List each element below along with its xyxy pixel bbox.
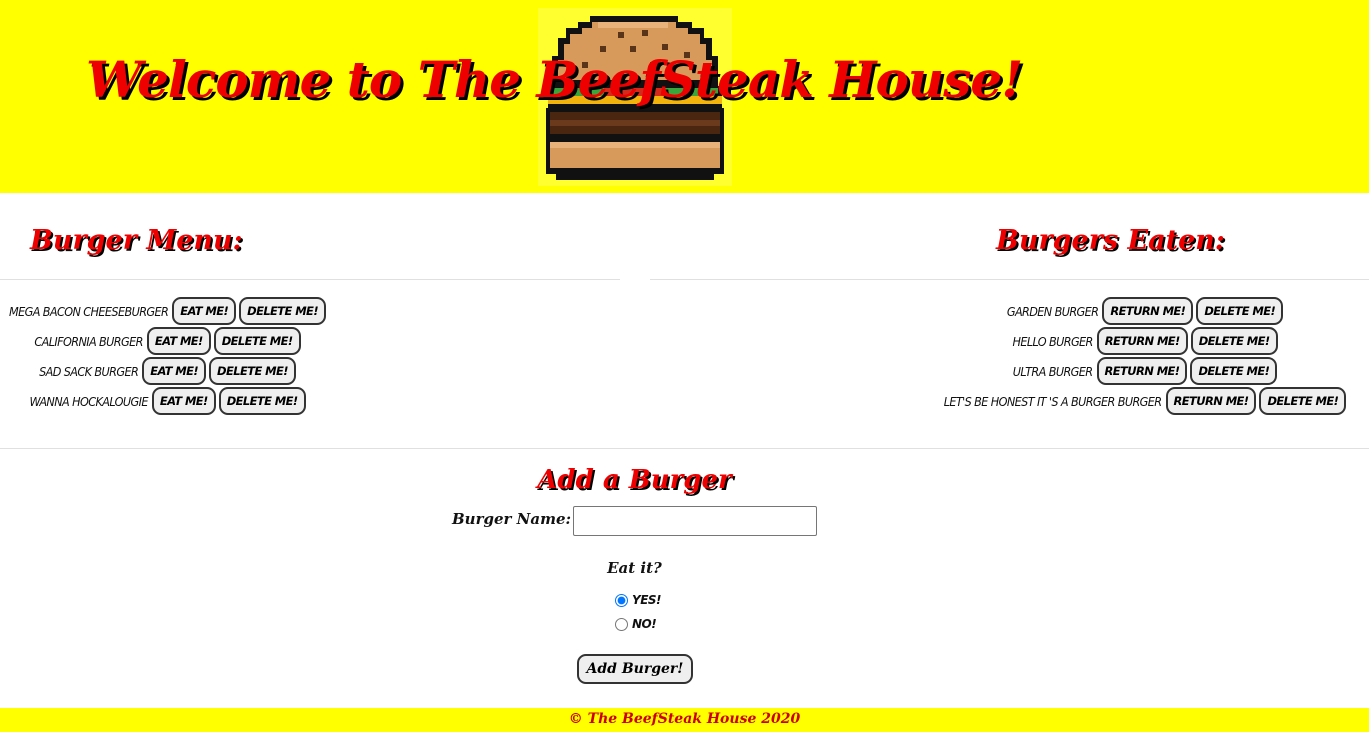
list-item: Wanna Hockalougie Eat Me! Delete Me!: [0, 386, 335, 416]
burger-menu-heading: Burger Menu:: [30, 225, 243, 256]
site-header: Welcome to The BeefSteak House!: [0, 0, 1369, 193]
eat-button[interactable]: Eat Me!: [146, 327, 211, 355]
list-item: Garden Burger Return Me! Delete Me!: [940, 296, 1350, 326]
site-footer: © The BeefSteak House 2020: [0, 708, 1369, 732]
eat-yes-label: Yes!: [632, 593, 662, 607]
list-item: Mega Bacon Cheeseburger Eat Me! Delete M…: [0, 296, 335, 326]
burger-name: California Burger: [34, 333, 143, 349]
eat-button[interactable]: Eat Me!: [172, 297, 237, 325]
list-item: Hello Burger Return Me! Delete Me!: [940, 326, 1350, 356]
burger-name: Hello Burger: [1012, 333, 1093, 349]
delete-button[interactable]: Delete Me!: [218, 387, 306, 415]
list-item: Ultra Burger Return Me! Delete Me!: [940, 356, 1350, 386]
delete-button[interactable]: Delete Me!: [1196, 297, 1284, 325]
burger-name: Let's be honest it 's a burger burger: [943, 393, 1162, 409]
add-burger-button[interactable]: Add Burger!: [577, 654, 693, 684]
burgers-eaten-list: Garden Burger Return Me! Delete Me! Hell…: [940, 296, 1350, 416]
eat-yes-radio[interactable]: [615, 593, 628, 607]
delete-button[interactable]: Delete Me!: [213, 327, 301, 355]
return-button[interactable]: Return Me!: [1165, 387, 1257, 415]
burger-name: Garden Burger: [1006, 303, 1099, 319]
return-button[interactable]: Return Me!: [1096, 357, 1188, 385]
menu-divider: [0, 279, 620, 280]
add-burger-heading: Add a Burger: [537, 465, 732, 495]
burger-name: Mega Bacon Cheeseburger: [9, 303, 169, 319]
eat-it-label: Eat it?: [607, 559, 662, 577]
burger-name: Ultra Burger: [1012, 363, 1093, 379]
burger-name-input[interactable]: [573, 506, 817, 536]
eat-button[interactable]: Eat Me!: [142, 357, 207, 385]
delete-button[interactable]: Delete Me!: [1190, 327, 1278, 355]
form-divider: [0, 448, 1369, 449]
burger-name-label: Burger Name:: [452, 510, 572, 528]
eat-no-label: No!: [632, 617, 657, 631]
delete-button[interactable]: Delete Me!: [1259, 387, 1347, 415]
burger-name: Wanna Hockalougie: [29, 393, 148, 409]
delete-button[interactable]: Delete Me!: [1190, 357, 1278, 385]
return-button[interactable]: Return Me!: [1102, 297, 1194, 325]
burgers-eaten-heading: Burgers Eaten:: [996, 225, 1225, 256]
eat-yes-option[interactable]: Yes!: [615, 593, 662, 607]
eat-no-option[interactable]: No!: [615, 617, 657, 631]
footer-copyright: © The BeefSteak House 2020: [568, 711, 801, 727]
page-title: Welcome to The BeefSteak House!: [86, 50, 1023, 109]
delete-button[interactable]: Delete Me!: [239, 297, 326, 325]
list-item: Let's be honest it 's a burger burger Re…: [940, 386, 1350, 416]
burger-name: Sad Sack Burger: [39, 363, 139, 379]
eaten-divider: [650, 279, 1369, 280]
return-button[interactable]: Return Me!: [1096, 327, 1188, 355]
eat-no-radio[interactable]: [615, 617, 628, 631]
eat-button[interactable]: Eat Me!: [151, 387, 216, 415]
list-item: California Burger Eat Me! Delete Me!: [0, 326, 335, 356]
delete-button[interactable]: Delete Me!: [209, 357, 296, 385]
burger-menu-list: Mega Bacon Cheeseburger Eat Me! Delete M…: [0, 296, 335, 416]
list-item: Sad Sack Burger Eat Me! Delete Me!: [0, 356, 335, 386]
